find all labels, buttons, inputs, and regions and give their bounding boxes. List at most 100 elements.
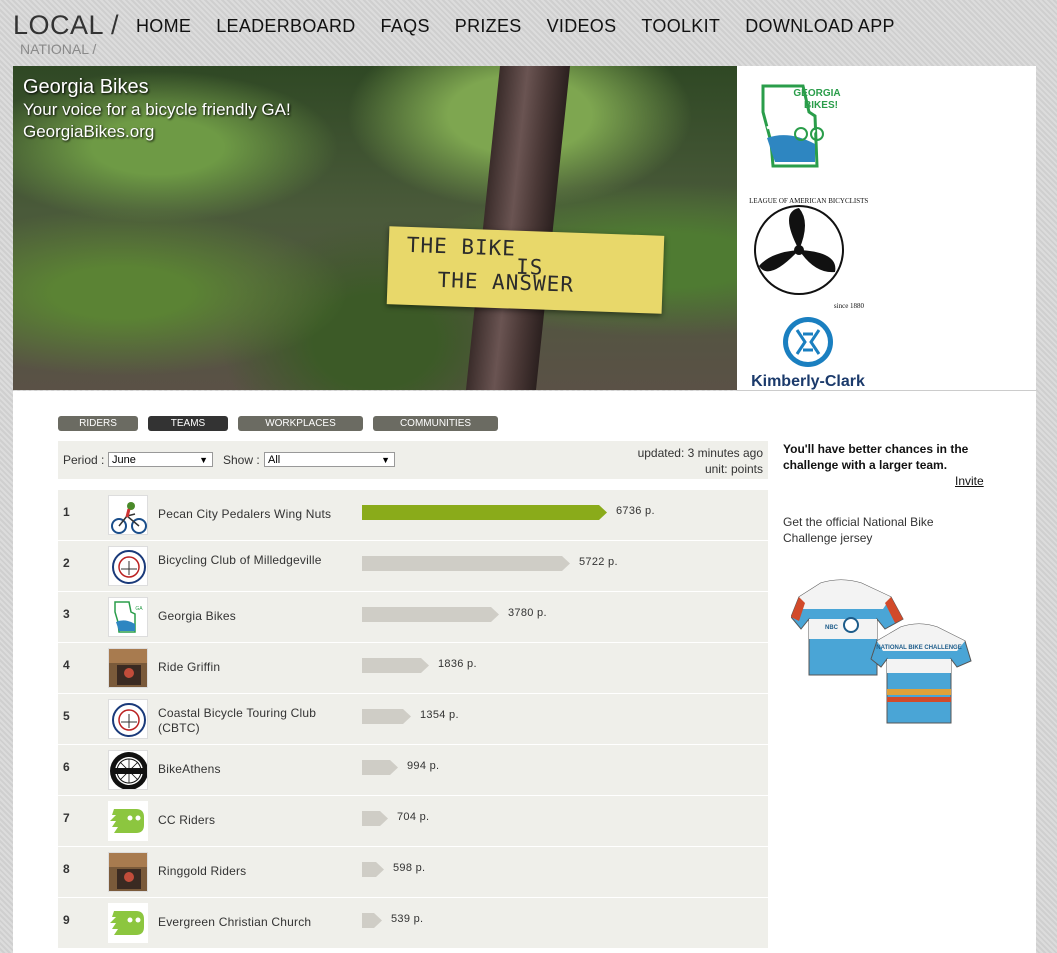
- hero-tagline: Your voice for a bicycle friendly GA!: [23, 100, 291, 119]
- team-row[interactable]: 7 CC Riders 704 p.: [58, 796, 768, 846]
- jersey-front-print: NBC: [825, 625, 839, 631]
- nav-download-app[interactable]: DOWNLOAD APP: [745, 16, 895, 37]
- team-points: 994 p.: [407, 760, 440, 772]
- points-bar-fill: [362, 556, 570, 571]
- photo-icon[interactable]: [108, 648, 148, 688]
- bike-sign: THE BIKE IS THE ANSWER: [386, 226, 665, 314]
- default-team-icon[interactable]: [108, 801, 148, 841]
- points-bar: [362, 556, 570, 571]
- points-bar-fill: [362, 709, 411, 724]
- team-rank: 1: [63, 505, 70, 519]
- team-name[interactable]: Bicycling Club of Milledgeville: [158, 553, 348, 568]
- team-row[interactable]: 5 Coastal Bicycle Touring Club (CBTC) 1354…: [58, 694, 768, 744]
- nav-home[interactable]: HOME: [136, 16, 191, 37]
- team-points: 1836 p.: [438, 658, 477, 670]
- points-bar-fill: [362, 913, 382, 928]
- unit-text: unit: points: [704, 462, 763, 476]
- team-name[interactable]: Evergreen Christian Church: [158, 915, 348, 930]
- team-name[interactable]: Ride Griffin: [158, 660, 348, 675]
- jersey-back-print: NATIONAL BIKE CHALLENGE: [876, 645, 961, 651]
- jersey-back: NATIONAL BIKE CHALLENGE: [870, 623, 972, 724]
- tab-teams[interactable]: TEAMS: [148, 416, 228, 431]
- nav-toolkit[interactable]: TOOLKIT: [641, 16, 720, 37]
- league-of-american-bicyclists-logo[interactable]: THE LEAGUE OF AMERICAN BICYCLISTS since …: [749, 192, 869, 316]
- georgia-bikes-logo[interactable]: GEORGIA BIKES!: [759, 82, 859, 172]
- team-row[interactable]: 4 Ride Griffin 1836 p.: [58, 643, 768, 693]
- team-name[interactable]: Georgia Bikes: [158, 609, 348, 624]
- sidebar: You'll have better chances in the challe…: [783, 441, 1003, 724]
- cbtc-badge-icon[interactable]: [108, 699, 148, 739]
- team-points: 539 p.: [391, 913, 424, 925]
- points-bar-fill: [362, 658, 429, 673]
- show-label: Show :: [223, 453, 260, 467]
- jersey-image[interactable]: NBC NATIONAL BIKE CHALLENGE: [791, 575, 976, 730]
- team-rank: 2: [63, 556, 70, 570]
- scope-national-link[interactable]: NATIONAL /: [20, 41, 96, 57]
- hero-text: Georgia Bikes Your voice for a bicycle f…: [23, 76, 291, 143]
- svg-text:GA: GA: [135, 606, 143, 612]
- team-rank: 8: [63, 862, 70, 876]
- scope-local-link[interactable]: LOCAL /: [13, 10, 119, 41]
- points-bar-fill: [362, 505, 607, 520]
- show-select[interactable]: All ▼: [264, 452, 395, 467]
- georgia-bikes-logo-line-1: GEORGIA: [793, 88, 840, 99]
- bikeathens-wheel-icon[interactable]: [108, 750, 148, 790]
- points-bar-fill: [362, 607, 499, 622]
- points-bar-fill: [362, 862, 384, 877]
- updated-text: updated: 3 minutes ago: [637, 446, 763, 460]
- georgia-bikes-logo-line-2: BIKES!: [804, 100, 838, 111]
- nav-faqs[interactable]: FAQS: [381, 16, 430, 37]
- team-row[interactable]: 6 BikeAthens 994 p.: [58, 745, 768, 795]
- jersey-promo-text[interactable]: Get the official National Bike Challenge…: [783, 514, 963, 546]
- team-name[interactable]: Ringgold Riders: [158, 864, 348, 879]
- team-rank: 6: [63, 760, 70, 774]
- default-team-icon[interactable]: [108, 903, 148, 943]
- top-navigation: LOCAL / NATIONAL / HOME LEADERBOARD FAQS…: [0, 0, 1057, 64]
- tab-riders[interactable]: RIDERS: [58, 416, 138, 431]
- kimberly-clark-text: Kimberly-Clark: [751, 373, 865, 390]
- team-points: 598 p.: [393, 862, 426, 874]
- points-bar: [362, 913, 382, 928]
- team-points: 5722 p.: [579, 556, 618, 568]
- team-row[interactable]: 2 Bicycling Club of Milledgeville 5722 p.: [58, 541, 768, 591]
- photo-icon[interactable]: [108, 852, 148, 892]
- hero-title: Georgia Bikes: [23, 76, 149, 98]
- team-name[interactable]: Pecan City Pedalers Wing Nuts: [158, 507, 348, 522]
- team-list: 1 Pecan City Pedalers Wing Nuts 6736 p. 2 Bi…: [58, 490, 768, 949]
- period-select[interactable]: June ▼: [108, 452, 213, 467]
- points-bar: [362, 811, 388, 826]
- team-row[interactable]: 8 Ringgold Riders 598 p.: [58, 847, 768, 897]
- points-bar: [362, 658, 429, 673]
- period-label: Period :: [63, 453, 105, 467]
- kimberly-clark-logo[interactable]: Kimberly-Clark: [747, 316, 877, 390]
- team-points: 6736 p.: [616, 505, 655, 517]
- points-bar-fill: [362, 760, 398, 775]
- team-name[interactable]: BikeAthens: [158, 762, 348, 777]
- georgia-bikes-icon[interactable]: GA: [108, 597, 148, 637]
- team-name[interactable]: Coastal Bicycle Touring Club (CBTC): [158, 706, 348, 736]
- filters-bar: Period : June ▼ Show : All ▼ updated: 3 …: [58, 441, 768, 479]
- hero-url[interactable]: GeorgiaBikes.org: [23, 121, 291, 143]
- club-badge-icon[interactable]: [108, 546, 148, 586]
- tab-communities[interactable]: COMMUNITIES: [373, 416, 498, 431]
- team-points: 704 p.: [397, 811, 430, 823]
- league-logo-text: THE LEAGUE OF AMERICAN BICYCLISTS: [749, 197, 868, 205]
- invite-link[interactable]: Invite: [955, 474, 984, 488]
- cyclist-logo-icon[interactable]: [108, 495, 148, 535]
- sign-line-3: THE ANSWER: [437, 267, 575, 297]
- team-row[interactable]: 1 Pecan City Pedalers Wing Nuts 6736 p.: [58, 490, 768, 540]
- nav-leaderboard[interactable]: LEADERBOARD: [216, 16, 355, 37]
- points-bar: [362, 862, 384, 877]
- team-name[interactable]: CC Riders: [158, 813, 348, 828]
- dropdown-arrow-icon: ▼: [199, 455, 208, 465]
- nav-videos[interactable]: VIDEOS: [547, 16, 617, 37]
- points-bar: [362, 607, 499, 622]
- tab-workplaces[interactable]: WORKPLACES: [238, 416, 363, 431]
- team-row[interactable]: 9 Evergreen Christian Church 539 p.: [58, 898, 768, 948]
- nav-prizes[interactable]: PRIZES: [455, 16, 522, 37]
- show-value: All: [268, 454, 281, 466]
- points-bar: [362, 505, 607, 520]
- leaderboard-panel: RIDERS TEAMS WORKPLACES COMMUNITIES Peri…: [13, 391, 1036, 953]
- team-row[interactable]: 3 GA Georgia Bikes 3780 p.: [58, 592, 768, 642]
- sponsor-logos: GEORGIA BIKES! THE LEAGUE OF AMERICAN BI…: [737, 66, 1036, 391]
